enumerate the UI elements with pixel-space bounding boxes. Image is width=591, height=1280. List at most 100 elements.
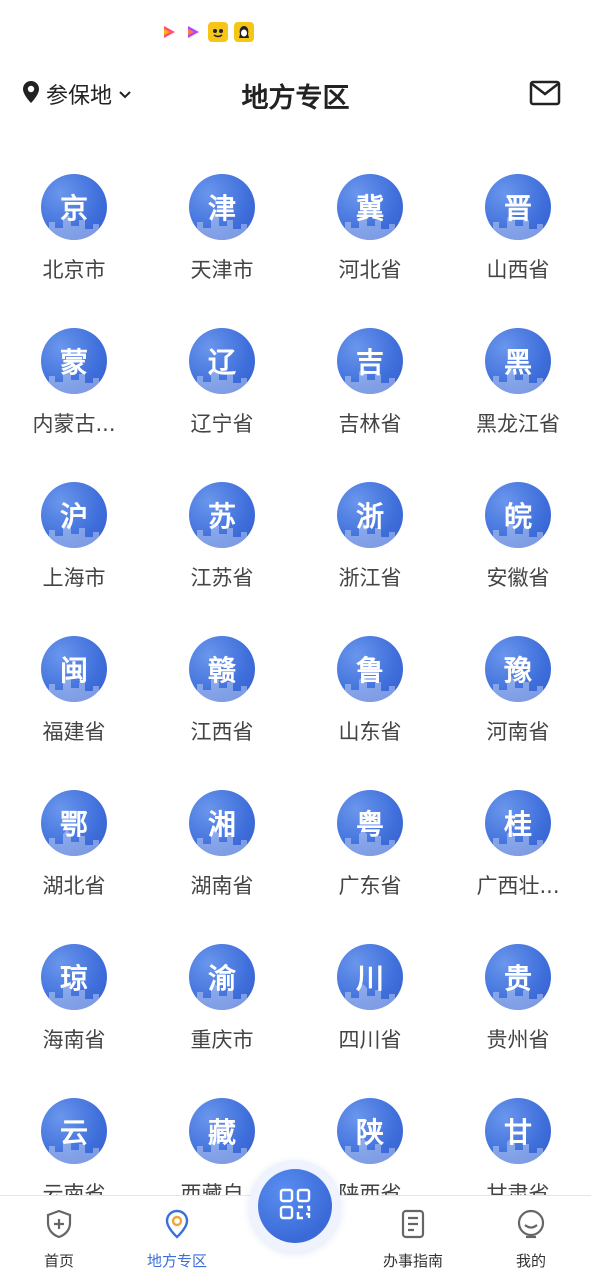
region-name: 河北省 (338, 258, 402, 282)
region-glyph: 闽 (59, 654, 88, 687)
region-name: 浙江省 (338, 566, 402, 590)
region-glyph: 陕 (355, 1116, 384, 1149)
region-name: 内蒙古... (32, 412, 116, 436)
scan-button[interactable] (258, 1169, 332, 1243)
region-name: 北京市 (42, 258, 106, 282)
tab-region-label: 地方专区 (146, 1252, 207, 1270)
region-emblem-icon: 津 (189, 174, 255, 240)
region-item[interactable]: 鄂湖北省 (0, 766, 148, 920)
region-emblem-icon: 冀 (337, 174, 403, 240)
region-name: 福建省 (42, 720, 106, 744)
region-item[interactable]: 黑黑龙江省 (444, 304, 591, 458)
location-label: 参保地 (46, 84, 113, 109)
smiley-icon (515, 1208, 547, 1244)
region-glyph: 鄂 (59, 808, 88, 841)
region-item[interactable]: 津天津市 (148, 150, 296, 304)
region-emblem-icon: 桂 (485, 790, 551, 856)
region-glyph: 藏 (207, 1116, 236, 1149)
region-glyph: 甘 (503, 1116, 532, 1149)
region-item[interactable]: 琼海南省 (0, 920, 148, 1074)
region-name: 辽宁省 (190, 412, 254, 436)
region-item[interactable]: 苏江苏省 (148, 458, 296, 612)
region-emblem-icon: 晋 (485, 174, 551, 240)
tab-mine[interactable]: 我的 (486, 1208, 576, 1271)
region-glyph: 豫 (503, 654, 532, 687)
region-emblem-icon: 浙 (337, 482, 403, 548)
region-grid: 京北京市津天津市冀河北省晋山西省蒙内蒙古... 辽辽宁省吉吉林省黑黑龙江省沪上海市… (0, 150, 591, 1200)
region-emblem-icon: 豫 (485, 636, 551, 702)
region-item[interactable]: 粤广东省 (296, 766, 444, 920)
region-item[interactable]: 赣江西省 (148, 612, 296, 766)
tab-home[interactable]: 首页 (14, 1208, 104, 1271)
region-emblem-icon: 川 (337, 944, 403, 1010)
region-glyph: 渝 (207, 962, 236, 995)
region-item[interactable]: 渝重庆市 (148, 920, 296, 1074)
region-emblem-icon: 辽 (189, 328, 255, 394)
qr-scan-icon (278, 1187, 312, 1225)
region-glyph: 浙 (355, 500, 384, 533)
region-emblem-icon: 粤 (337, 790, 403, 856)
region-glyph: 湘 (207, 808, 236, 841)
region-glyph: 蒙 (59, 346, 88, 379)
region-item[interactable]: 晋山西省 (444, 150, 591, 304)
tab-guide[interactable]: 办事指南 (368, 1208, 458, 1271)
region-glyph: 云 (59, 1116, 88, 1149)
mail-button[interactable] (529, 80, 561, 110)
region-item[interactable]: 吉吉林省 (296, 304, 444, 458)
region-glyph: 辽 (207, 346, 236, 379)
location-selector[interactable]: 参保地 (22, 78, 132, 110)
region-item[interactable]: 湘湖南省 (148, 766, 296, 920)
region-name: 山东省 (338, 720, 402, 744)
location-pin-icon (161, 1208, 193, 1244)
region-item[interactable]: 浙浙江省 (296, 458, 444, 612)
bottom-nav: 首页 地方专区 办事指南 我的 (0, 1160, 591, 1280)
region-emblem-icon: 贵 (485, 944, 551, 1010)
region-glyph: 粤 (355, 808, 384, 841)
region-emblem-icon: 藏 (189, 1098, 255, 1164)
region-emblem-icon: 皖 (485, 482, 551, 548)
region-name: 湖北省 (42, 874, 106, 898)
region-glyph: 冀 (355, 192, 384, 225)
region-name: 吉林省 (338, 412, 402, 436)
region-item[interactable]: 冀河北省 (296, 150, 444, 304)
header: 参保地 地方专区 (0, 60, 591, 130)
video-play-icon-2 (184, 23, 202, 41)
region-item[interactable]: 豫河南省 (444, 612, 591, 766)
tab-region[interactable]: 地方专区 (132, 1208, 222, 1271)
region-item[interactable]: 鲁山东省 (296, 612, 444, 766)
region-emblem-icon: 陕 (337, 1098, 403, 1164)
region-glyph: 贵 (503, 962, 532, 995)
region-glyph: 吉 (355, 346, 384, 379)
region-name: 河南省 (486, 720, 550, 744)
region-name: 安徽省 (486, 566, 550, 590)
tab-guide-label: 办事指南 (382, 1252, 443, 1270)
region-item[interactable]: 京北京市 (0, 150, 148, 304)
region-name: 江西省 (190, 720, 254, 744)
region-item[interactable]: 甘甘肃省 (444, 1074, 591, 1200)
region-name: 湖南省 (190, 874, 254, 898)
region-glyph: 京 (59, 192, 88, 225)
region-name: 四川省 (338, 1028, 402, 1052)
shield-plus-icon (43, 1208, 75, 1244)
tab-home-label: 首页 (43, 1252, 74, 1270)
region-item[interactable]: 沪上海市 (0, 458, 148, 612)
region-item[interactable]: 贵贵州省 (444, 920, 591, 1074)
region-glyph: 皖 (503, 500, 532, 533)
region-item[interactable]: 桂广西壮... (444, 766, 591, 920)
region-item[interactable]: 蒙内蒙古... (0, 304, 148, 458)
app-badge-icon-2 (234, 22, 254, 42)
region-name: 重庆市 (190, 1028, 254, 1052)
region-name: 贵州省 (486, 1028, 550, 1052)
region-item[interactable]: 皖安徽省 (444, 458, 591, 612)
region-item[interactable]: 闽福建省 (0, 612, 148, 766)
region-item[interactable]: 川四川省 (296, 920, 444, 1074)
region-glyph: 津 (207, 192, 236, 225)
region-emblem-icon: 闽 (41, 636, 107, 702)
tab-mine-label: 我的 (515, 1252, 546, 1270)
region-item[interactable]: 辽辽宁省 (148, 304, 296, 458)
region-name: 江苏省 (190, 566, 254, 590)
status-bar (0, 0, 591, 60)
region-glyph: 桂 (503, 808, 532, 841)
region-emblem-icon: 沪 (41, 482, 107, 548)
region-item[interactable]: 云云南省 (0, 1074, 148, 1200)
